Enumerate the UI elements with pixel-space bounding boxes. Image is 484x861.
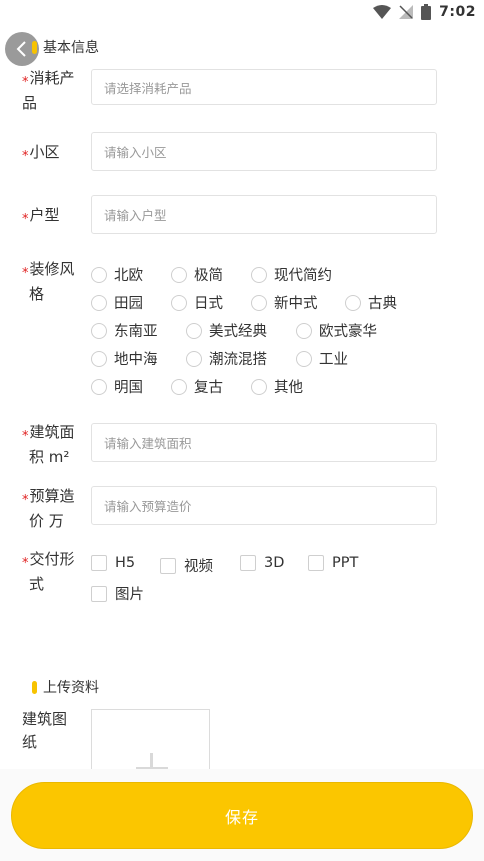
style-option[interactable]: 新中式 [251,292,318,313]
style-option[interactable]: 工业 [296,348,348,369]
community-label: *小区 [22,143,60,164]
style-option[interactable]: 极简 [171,264,223,285]
section-basic-info: 基本信息 [32,37,99,57]
wifi-icon [373,5,392,19]
style-option[interactable]: 北欧 [91,264,143,285]
delivery-option[interactable]: PPT [308,555,358,571]
section-upload: 上传资料 [32,677,99,697]
delivery-option[interactable]: H5 [91,555,135,571]
battery-icon [421,4,432,20]
section-marker [32,40,37,54]
community-input[interactable]: 请输入小区 [91,132,437,171]
upload-label: 建筑图 纸 [22,710,68,751]
layout-label: *户型 [22,206,60,227]
style-option[interactable]: 现代简约 [251,264,332,285]
area-label: *建筑面 积 m² [22,423,75,466]
style-option[interactable]: 其他 [251,376,303,397]
style-option[interactable]: 地中海 [91,348,158,369]
delivery-label: *交付形 式 [22,550,75,593]
style-option[interactable]: 复古 [171,376,223,397]
layout-input[interactable]: 请输入户型 [91,195,437,234]
budget-label: *预算造 价 万 [22,487,75,530]
style-option[interactable]: 美式经典 [186,320,267,341]
product-label: *消耗产 品 [22,69,75,112]
chevron-left-icon [16,41,26,57]
upload-box[interactable] [91,709,210,769]
plus-icon-vertical [150,753,153,769]
style-option[interactable]: 古典 [345,292,397,313]
area-input[interactable]: 请输入建筑面积 [91,423,437,462]
style-option[interactable]: 欧式豪华 [296,320,377,341]
section-basic-title: 基本信息 [43,40,99,56]
delivery-option[interactable]: 3D [240,555,284,571]
style-option[interactable]: 潮流混搭 [186,348,267,369]
style-option[interactable]: 日式 [171,292,223,313]
no-signal-icon [399,5,414,19]
product-select[interactable]: 请选择消耗产品 [91,69,437,105]
budget-input[interactable]: 请输入预算造价 [91,486,437,525]
section-marker [32,680,37,694]
style-option[interactable]: 明国 [91,376,143,397]
style-option[interactable]: 东南亚 [91,320,158,341]
status-bar: 7:02 [0,0,484,26]
style-label: *装修风 格 [22,260,75,303]
status-time: 7:02 [439,4,476,20]
save-button[interactable]: 保存 [11,782,473,849]
delivery-option[interactable]: 图片 [91,583,144,604]
section-upload-title: 上传资料 [43,680,99,696]
delivery-option[interactable]: 视频 [160,555,213,576]
style-option[interactable]: 田园 [91,292,143,313]
